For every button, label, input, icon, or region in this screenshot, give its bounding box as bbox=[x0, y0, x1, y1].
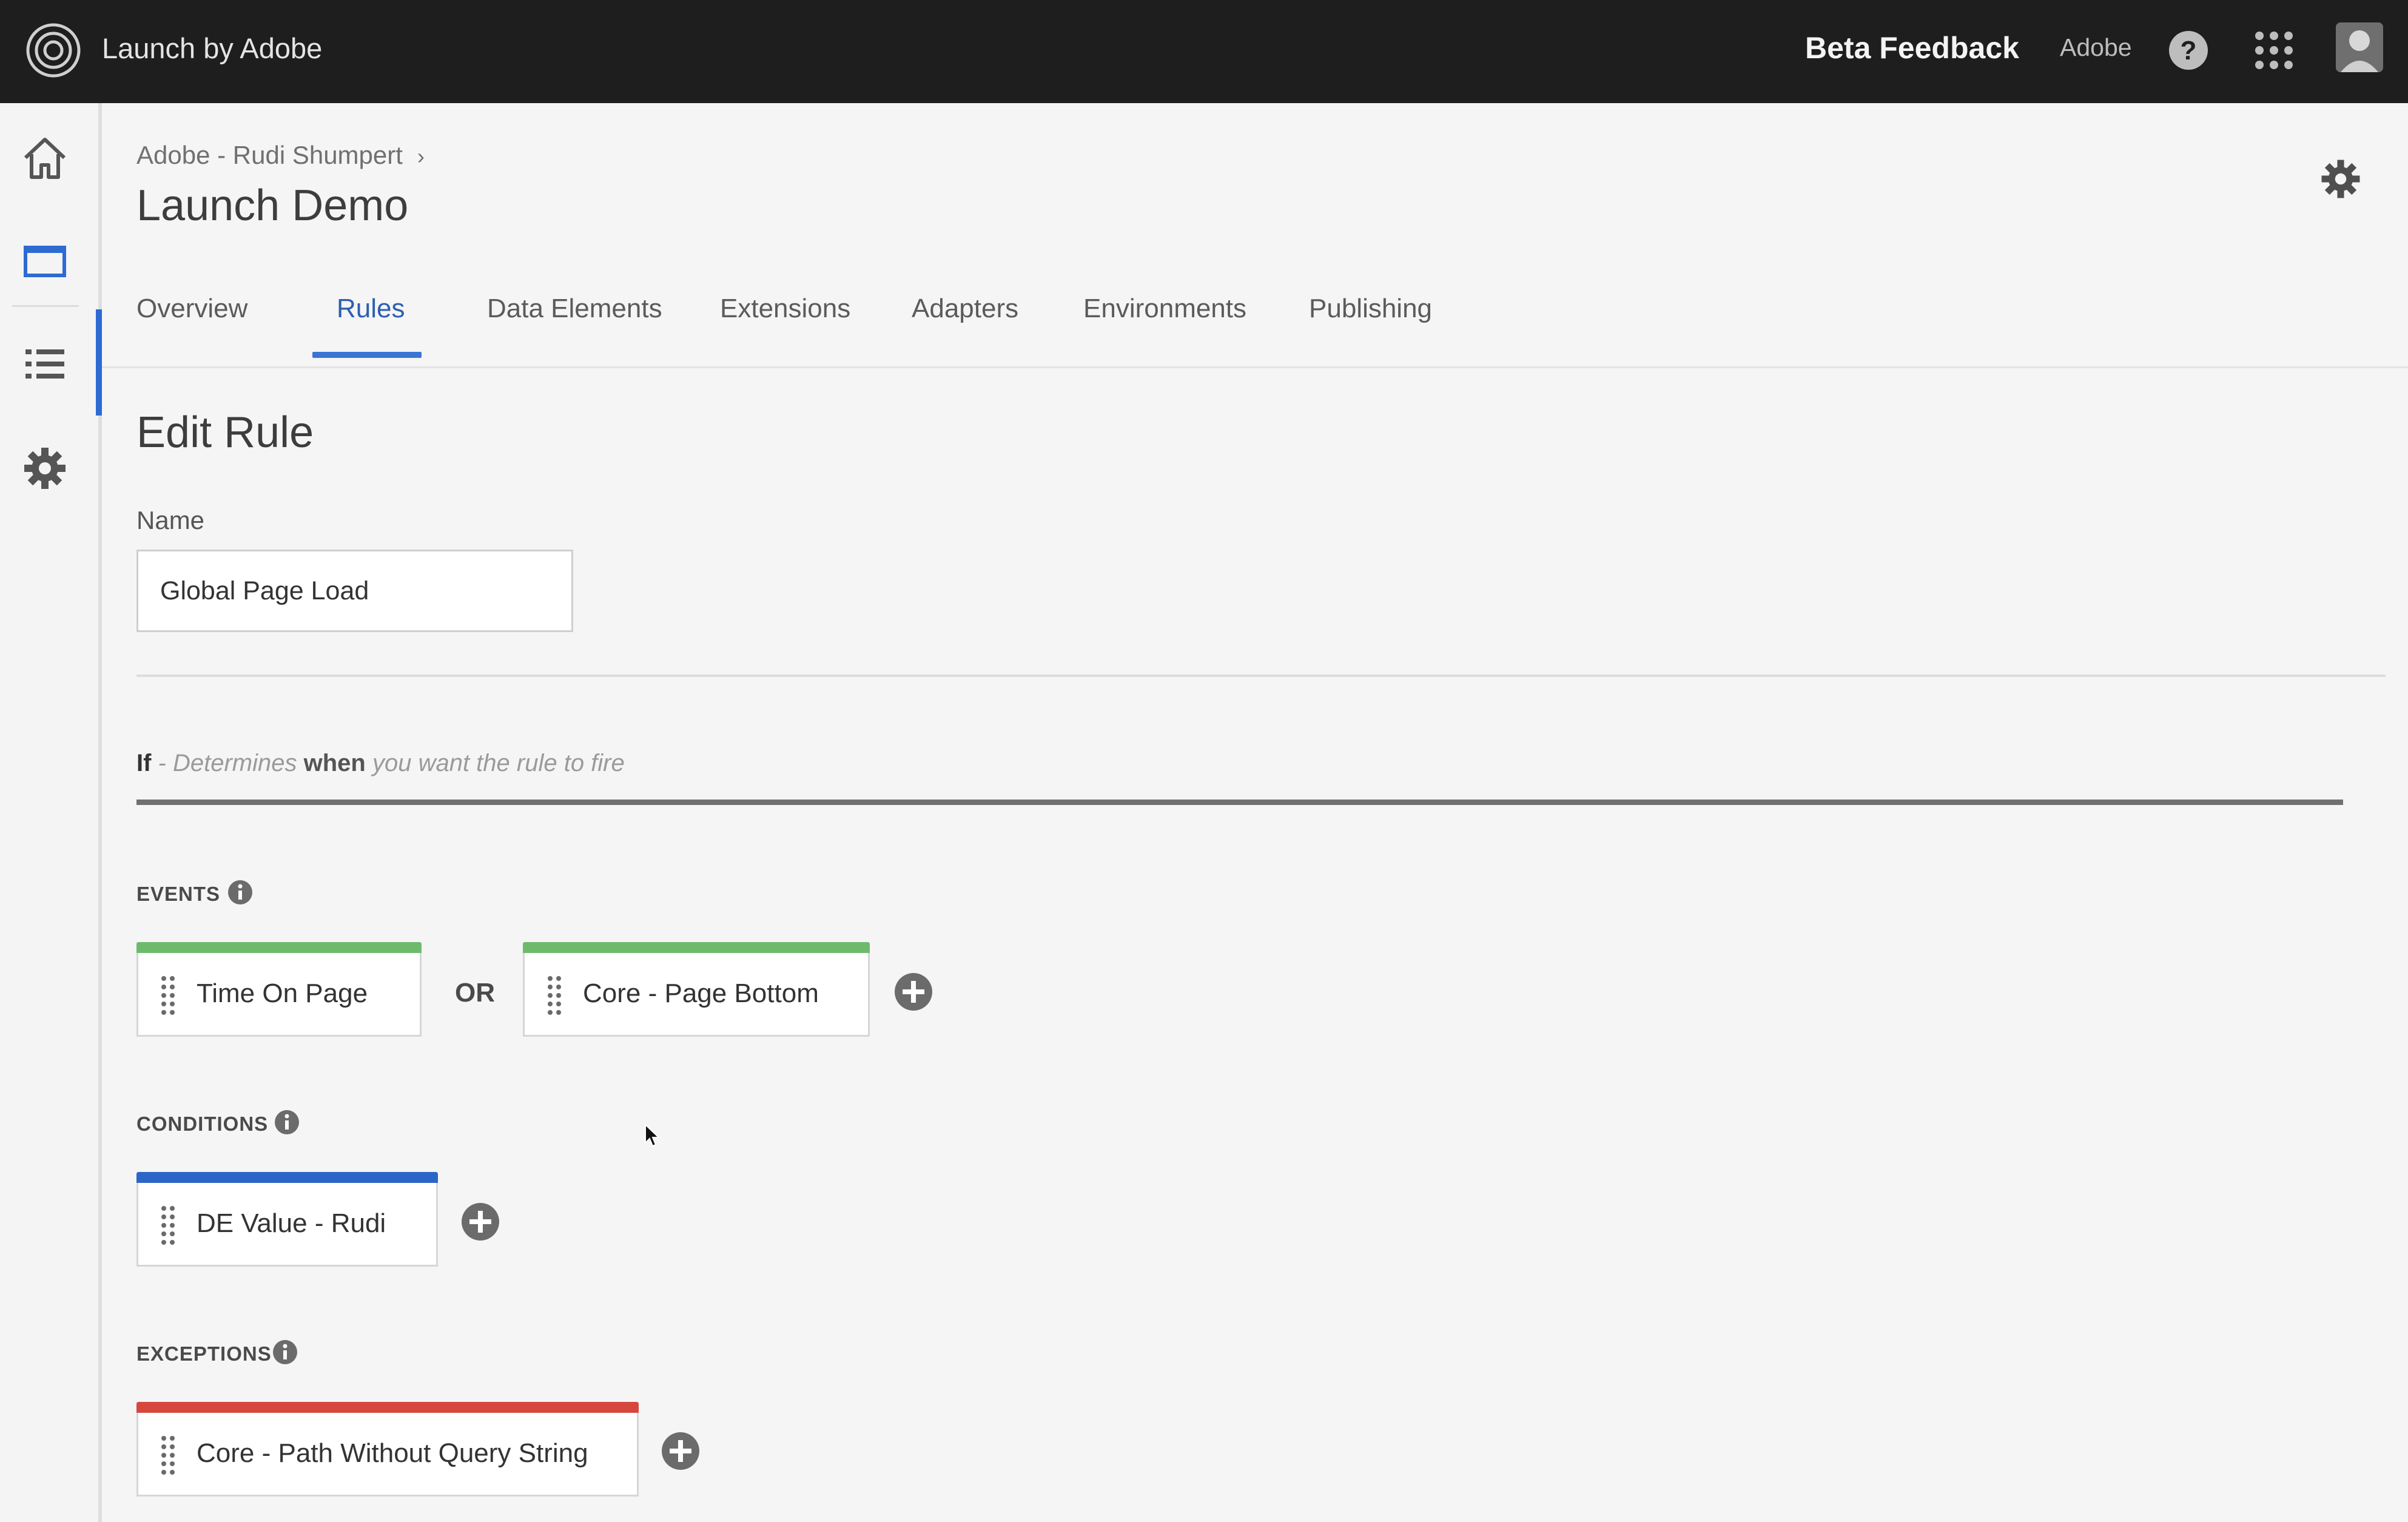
rule-name-input[interactable] bbox=[136, 550, 573, 632]
apps-grid-icon[interactable] bbox=[2253, 30, 2295, 71]
if-prefix-text: - Determines bbox=[151, 750, 304, 776]
condition-color-bar bbox=[136, 1172, 438, 1183]
condition-card-label: DE Value - Rudi bbox=[197, 1208, 386, 1238]
event-card-label: Core - Page Bottom bbox=[583, 978, 819, 1008]
active-tab-indicator bbox=[312, 352, 422, 358]
or-label: OR bbox=[455, 978, 495, 1008]
org-switcher[interactable]: Adobe bbox=[2060, 33, 2132, 62]
if-keyword: If bbox=[136, 750, 152, 776]
if-description: If - Determines when you want the rule t… bbox=[136, 750, 625, 777]
tab-data-elements[interactable]: Data Elements bbox=[487, 294, 662, 324]
event-card[interactable]: Core - Page Bottom bbox=[523, 942, 870, 1037]
exception-card-label: Core - Path Without Query String bbox=[197, 1438, 588, 1468]
info-icon[interactable] bbox=[272, 1339, 298, 1365]
add-event-button[interactable] bbox=[893, 972, 933, 1012]
condition-card[interactable]: DE Value - Rudi bbox=[136, 1172, 438, 1267]
avatar[interactable] bbox=[2336, 22, 2383, 72]
info-icon[interactable] bbox=[274, 1110, 300, 1135]
if-when-text: when bbox=[303, 750, 366, 776]
adobe-launch-logo-icon[interactable] bbox=[25, 22, 81, 78]
mouse-cursor-icon bbox=[645, 1123, 660, 1147]
gear-icon[interactable] bbox=[2318, 157, 2363, 201]
exception-card[interactable]: Core - Path Without Query String bbox=[136, 1402, 639, 1497]
user-avatar-icon bbox=[2336, 22, 2383, 72]
tab-rules[interactable]: Rules bbox=[337, 294, 405, 324]
events-label: EVENTS bbox=[136, 883, 221, 905]
tab-adapters[interactable]: Adapters bbox=[912, 294, 1018, 324]
drag-handle-icon[interactable] bbox=[159, 974, 177, 1017]
tab-environments[interactable]: Environments bbox=[1083, 294, 1246, 324]
svg-text:?: ? bbox=[2181, 36, 2197, 66]
event-color-bar bbox=[136, 942, 422, 953]
drag-handle-icon[interactable] bbox=[545, 974, 563, 1017]
window-icon[interactable] bbox=[21, 237, 69, 285]
tab-bar: Overview Rules Data Elements Extensions … bbox=[0, 279, 2408, 369]
tab-overview[interactable]: Overview bbox=[136, 294, 247, 324]
home-icon[interactable] bbox=[21, 133, 69, 182]
exceptions-label: EXCEPTIONS bbox=[136, 1342, 272, 1365]
tab-publishing[interactable]: Publishing bbox=[1309, 294, 1432, 324]
drag-handle-icon[interactable] bbox=[159, 1433, 177, 1477]
chevron-right-icon: › bbox=[417, 144, 425, 169]
if-divider bbox=[136, 800, 2343, 805]
edit-rule-heading: Edit Rule bbox=[136, 408, 314, 457]
beta-feedback-link[interactable]: Beta Feedback bbox=[1805, 30, 2019, 66]
info-icon[interactable] bbox=[227, 880, 253, 905]
page-title: Launch Demo bbox=[136, 181, 409, 230]
exception-color-bar bbox=[136, 1402, 639, 1413]
event-color-bar bbox=[523, 942, 870, 953]
app-title[interactable]: Launch by Adobe bbox=[102, 32, 322, 65]
tab-extensions[interactable]: Extensions bbox=[720, 294, 850, 324]
if-suffix-text: you want the rule to fire bbox=[365, 750, 625, 776]
add-exception-button[interactable] bbox=[661, 1431, 701, 1471]
event-card[interactable]: Time On Page bbox=[136, 942, 422, 1037]
top-bar: Launch by Adobe Beta Feedback Adobe ? bbox=[0, 0, 2408, 103]
gear-icon[interactable] bbox=[21, 444, 69, 493]
breadcrumb-org-link[interactable]: Adobe - Rudi Shumpert bbox=[136, 141, 403, 169]
tabs-divider bbox=[102, 366, 2408, 368]
help-icon[interactable]: ? bbox=[2168, 30, 2209, 71]
drag-handle-icon[interactable] bbox=[159, 1204, 177, 1247]
name-label: Name bbox=[136, 506, 205, 534]
breadcrumb: Adobe - Rudi Shumpert › bbox=[136, 141, 425, 170]
section-divider bbox=[136, 675, 2386, 677]
add-condition-button[interactable] bbox=[460, 1202, 500, 1242]
event-card-label: Time On Page bbox=[197, 978, 368, 1008]
conditions-label: CONDITIONS bbox=[136, 1113, 269, 1135]
